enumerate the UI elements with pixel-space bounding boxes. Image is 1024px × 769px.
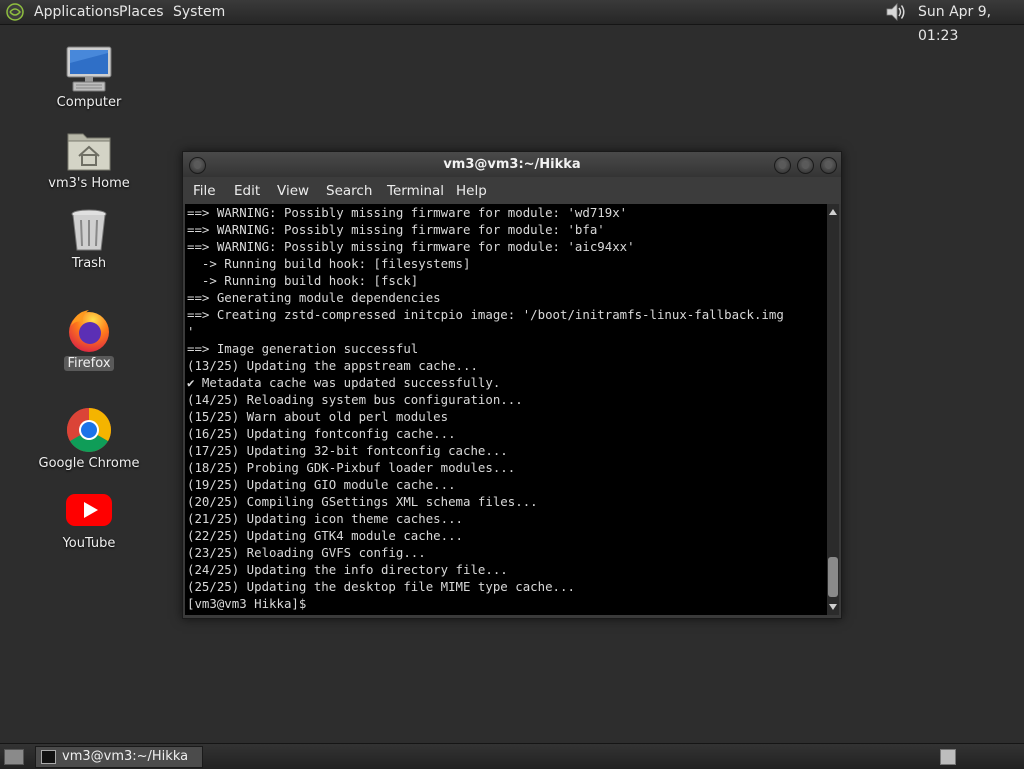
terminal-line: (18/25) Probing GDK-Pixbuf loader module…: [187, 460, 516, 475]
window-title: vm3@vm3:~/Hikka: [443, 157, 581, 172]
menu-terminal[interactable]: Terminal: [387, 183, 444, 199]
terminal-line: (19/25) Updating GIO module cache...: [187, 477, 456, 492]
terminal-line: ✔ Metadata cache was updated successfull…: [187, 375, 501, 390]
youtube-icon: [65, 486, 113, 534]
desktop-icon-label: Firefox: [64, 356, 114, 371]
menu-applications[interactable]: Applications: [34, 0, 120, 24]
chrome-icon: [65, 406, 113, 454]
desktop-icon-home[interactable]: vm3's Home: [34, 126, 144, 191]
terminal-window[interactable]: vm3@vm3:~/Hikka File Edit View Search Te…: [182, 151, 842, 619]
distro-logo-icon[interactable]: [6, 3, 24, 21]
terminal-menubar: File Edit View Search Terminal Help: [183, 177, 841, 204]
terminal-line: (13/25) Updating the appstream cache...: [187, 358, 478, 373]
taskbar-item-terminal[interactable]: vm3@vm3:~/Hikka: [35, 746, 203, 768]
terminal-line: (16/25) Updating fontconfig cache...: [187, 426, 456, 441]
workspace-switcher-icon[interactable]: [940, 749, 956, 765]
terminal-output[interactable]: ==> WARNING: Possibly missing firmware f…: [185, 204, 827, 615]
menu-applications-label: Applications: [34, 4, 120, 20]
menu-system-label: System: [173, 4, 226, 20]
desktop-icon-youtube[interactable]: YouTube: [34, 486, 144, 551]
menu-view[interactable]: View: [277, 183, 309, 199]
minimize-icon[interactable]: [774, 157, 791, 174]
desktop-icon-label: vm3's Home: [48, 176, 130, 191]
terminal-line: ==> WARNING: Possibly missing firmware f…: [187, 239, 635, 254]
window-titlebar[interactable]: vm3@vm3:~/Hikka: [183, 152, 841, 177]
volume-icon[interactable]: [884, 2, 908, 22]
desktop-icon-chrome[interactable]: Google Chrome: [34, 406, 144, 471]
terminal-line: -> Running build hook: [filesystems]: [187, 256, 471, 271]
desktop-icon-label: Google Chrome: [38, 456, 140, 471]
terminal-line: ': [187, 324, 195, 339]
terminal-line: [vm3@vm3 Hikka]$: [187, 596, 314, 611]
menu-edit[interactable]: Edit: [234, 183, 260, 199]
desktop-icon-firefox[interactable]: Firefox: [34, 306, 144, 371]
clock[interactable]: Sun Apr 9, 01:23: [918, 0, 1024, 44]
scrollbar-thumb[interactable]: [828, 557, 838, 597]
window-menu-icon[interactable]: [189, 157, 206, 174]
bottom-panel: vm3@vm3:~/Hikka: [0, 743, 1024, 769]
terminal-line: -> Running build hook: [fsck]: [187, 273, 419, 288]
terminal-line: ==> Image generation successful: [187, 341, 419, 356]
terminal-line: (14/25) Reloading system bus configurati…: [187, 392, 523, 407]
terminal-icon: [41, 750, 56, 764]
show-desktop-icon[interactable]: [4, 749, 24, 765]
terminal-line: ==> Generating module dependencies: [187, 290, 441, 305]
terminal-line: (21/25) Updating icon theme caches...: [187, 511, 464, 526]
desktop-icon-label: Trash: [71, 256, 107, 271]
terminal-line: (23/25) Reloading GVFS config...: [187, 545, 426, 560]
menu-system[interactable]: System: [173, 0, 225, 24]
maximize-icon[interactable]: [797, 157, 814, 174]
menu-search[interactable]: Search: [326, 183, 372, 199]
home-folder-icon: [65, 126, 113, 174]
terminal-line: ==> Creating zstd-compressed initcpio im…: [187, 307, 784, 322]
menu-file[interactable]: File: [193, 183, 216, 199]
computer-icon: [65, 45, 113, 93]
terminal-line: (15/25) Warn about old perl modules: [187, 409, 449, 424]
close-icon[interactable]: [820, 157, 837, 174]
terminal-line: (25/25) Updating the desktop file MIME t…: [187, 579, 575, 594]
desktop-icon-trash[interactable]: Trash: [34, 206, 144, 271]
terminal-line: ==> WARNING: Possibly missing firmware f…: [187, 205, 628, 220]
desktop-icon-label: Computer: [56, 95, 122, 110]
menu-places[interactable]: Places: [119, 0, 164, 24]
firefox-icon: [65, 306, 113, 354]
scroll-down-icon[interactable]: [829, 604, 837, 610]
terminal-line: (20/25) Compiling GSettings XML schema f…: [187, 494, 538, 509]
terminal-line: ==> WARNING: Possibly missing firmware f…: [187, 222, 605, 237]
taskbar-item-label: vm3@vm3:~/Hikka: [62, 749, 189, 764]
terminal-line: (24/25) Updating the info directory file…: [187, 562, 508, 577]
trash-icon: [65, 206, 113, 254]
desktop-icon-computer[interactable]: Computer: [34, 45, 144, 110]
terminal-line: (22/25) Updating GTK4 module cache...: [187, 528, 464, 543]
menu-places-label: Places: [119, 4, 164, 20]
menu-help[interactable]: Help: [456, 183, 487, 199]
top-panel: Applications Places System Sun Apr 9, 01…: [0, 0, 1024, 44]
terminal-line: (17/25) Updating 32-bit fontconfig cache…: [187, 443, 508, 458]
desktop-icon-label: YouTube: [62, 536, 116, 551]
scroll-up-icon[interactable]: [829, 209, 837, 215]
terminal-scrollbar[interactable]: [827, 204, 839, 615]
